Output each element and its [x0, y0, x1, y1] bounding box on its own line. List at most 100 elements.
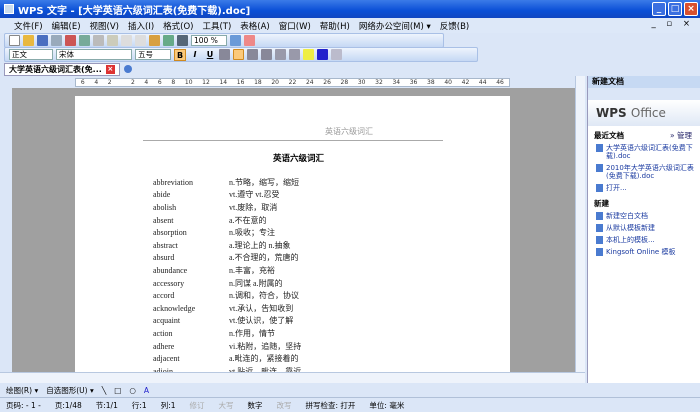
ruler-tick: 18	[254, 79, 262, 86]
preview-icon[interactable]	[79, 35, 90, 46]
menu-help[interactable]: 帮助(H)	[320, 20, 350, 32]
draw-menu[interactable]: 绘图(R) ▾	[6, 385, 38, 396]
new-tab-icon[interactable]	[123, 65, 132, 73]
italic-button[interactable]: I	[189, 49, 201, 61]
undo-icon[interactable]	[121, 35, 132, 46]
document-canvas[interactable]: 英语六级词汇 英语六级词汇 abbreviation n.节略，缩写，缩短 abid…	[12, 88, 575, 372]
new-from-default-template[interactable]: 从默认模板新建	[588, 222, 700, 234]
manage-link[interactable]: » 管理	[670, 130, 692, 141]
vocab-word: absent	[153, 215, 174, 225]
highlight-icon[interactable]	[303, 49, 314, 60]
superscript-icon[interactable]	[331, 49, 342, 60]
minimize-button[interactable]: _	[652, 2, 666, 16]
document-title: 英语六级词汇	[272, 154, 324, 164]
status-spellcheck[interactable]: 拼写检查: 打开	[305, 400, 355, 411]
redo-icon[interactable]	[135, 35, 146, 46]
menu-view[interactable]: 视图(V)	[90, 20, 119, 32]
formula-icon[interactable]	[163, 35, 174, 46]
bold-button[interactable]: B	[174, 48, 186, 61]
vocab-word: acquaint	[153, 316, 181, 326]
maximize-button[interactable]: □	[668, 2, 682, 16]
menu-tools[interactable]: 工具(T)	[202, 20, 231, 32]
open-icon[interactable]	[23, 35, 34, 46]
font-color-icon[interactable]	[317, 49, 328, 60]
vocab-entry: abstract a.理论上的 n.抽象	[153, 239, 307, 252]
numbering-icon[interactable]	[275, 49, 286, 60]
task-pane-icon[interactable]	[244, 35, 255, 46]
standard-toolbar: 100 %	[4, 33, 444, 48]
line-icon[interactable]: ╲	[102, 386, 107, 395]
open-link[interactable]: 打开...	[588, 182, 700, 194]
font-select[interactable]: 宋体	[56, 49, 132, 60]
horizontal-scrollbar[interactable]	[0, 372, 585, 383]
align-center-icon[interactable]	[233, 49, 244, 60]
menu-window[interactable]: 窗口(W)	[279, 20, 311, 32]
font-color-icon[interactable]: A	[144, 386, 149, 395]
horizontal-ruler[interactable]: 6 4 2 2 4 6 8 10 12 14 16 18 20 22 24 26 28 30 32 34 36 38 40 4…	[0, 76, 585, 88]
rectangle-icon[interactable]: □	[114, 386, 121, 395]
vocab-word: abbreviation	[153, 177, 193, 187]
underline-button[interactable]: U	[204, 49, 216, 61]
status-page-code: 页码: - 1 -	[6, 400, 41, 410]
document-page[interactable]: 英语六级词汇 英语六级词汇 abbreviation n.节略，缩写，缩短 abid…	[75, 96, 510, 372]
ruler-tick: 34	[392, 79, 401, 86]
vocab-meaning: n.同谋 a.附属的	[229, 278, 283, 288]
columns-icon[interactable]	[177, 35, 188, 46]
ruler-tick: 28	[340, 79, 349, 86]
recent-doc-2[interactable]: 2010年大学英语六级词汇表(免费下载).doc	[588, 162, 700, 182]
menu-network-office[interactable]: 网络办公空间(M) ▾	[359, 20, 431, 32]
vocab-word: action	[153, 328, 173, 338]
status-line: 行:1	[131, 400, 147, 410]
table-icon[interactable]	[149, 35, 160, 46]
vocab-entry: abbreviation n.节略，缩写，缩短	[153, 176, 307, 189]
menu-format[interactable]: 格式(O)	[163, 20, 193, 32]
ruler-tick: 24	[305, 79, 314, 86]
menu-edit[interactable]: 编辑(E)	[52, 20, 81, 32]
kingsoft-online-templates[interactable]: Kingsoft Online 模板	[588, 246, 700, 258]
tab-document[interactable]: 大学英语六级词汇表(免... ×	[4, 62, 120, 76]
vocab-entry: abundance n.丰富，充裕	[153, 264, 307, 277]
menu-insert[interactable]: 插入(I)	[128, 20, 154, 32]
vocab-meaning: n.作用，情节	[229, 328, 275, 338]
vocab-entry: absent a.不在意的	[153, 214, 307, 227]
new-icon[interactable]	[9, 35, 20, 46]
vertical-ruler[interactable]	[0, 88, 12, 372]
size-select[interactable]: 五号	[135, 49, 171, 60]
align-right-icon[interactable]	[247, 49, 258, 60]
status-overwrite[interactable]: 改写	[276, 400, 291, 411]
task-pane: 新建文档 WPS Office 最近文档» 管理 大学英语六级词汇表(免费下载)…	[587, 76, 700, 383]
task-pane-nav[interactable]	[588, 88, 700, 100]
recent-doc-1[interactable]: 大学英语六级词汇表(免费下载).doc	[588, 142, 700, 162]
help-icon[interactable]	[230, 35, 241, 46]
vocab-entry: action n.作用，情节	[153, 327, 307, 340]
menu-file[interactable]: 文件(F)	[14, 20, 43, 32]
style-select[interactable]: 正文	[9, 49, 53, 60]
pdf-icon[interactable]	[65, 35, 76, 46]
menu-feedback[interactable]: 反馈(B)	[440, 20, 469, 32]
ruler-tick: 38	[427, 79, 435, 86]
status-num: 数字	[247, 400, 263, 410]
paste-icon[interactable]	[107, 35, 118, 46]
oval-icon[interactable]: ○	[129, 386, 136, 395]
print-icon[interactable]	[51, 35, 62, 46]
close-tab-icon[interactable]: ×	[105, 64, 115, 74]
local-templates[interactable]: 本机上的模板...	[588, 234, 700, 246]
vocab-entry: adhere vi.粘附，追随，坚持	[153, 340, 307, 353]
menu-table[interactable]: 表格(A)	[240, 20, 269, 32]
cut-icon[interactable]	[93, 35, 104, 46]
status-unit[interactable]: 单位: 毫米	[369, 400, 404, 411]
drawing-toolbar: 绘图(R) ▾ 自选图形(U) ▾ ╲ □ ○ A	[0, 383, 700, 397]
doc-window-controls[interactable]: _ ▫ ×	[651, 19, 694, 29]
vertical-scrollbar[interactable]	[575, 76, 585, 372]
align-left-icon[interactable]	[219, 49, 230, 60]
close-button[interactable]: ×	[684, 2, 698, 16]
vocab-word: accessory	[153, 278, 185, 288]
save-icon[interactable]	[37, 35, 48, 46]
vocab-word: accord	[153, 291, 175, 301]
autoshape-menu[interactable]: 自选图形(U) ▾	[46, 385, 94, 396]
status-revision[interactable]: 修订	[189, 400, 204, 411]
bullets-icon[interactable]	[289, 49, 300, 60]
new-blank-doc[interactable]: 新建空白文档	[588, 210, 700, 222]
justify-icon[interactable]	[261, 49, 272, 60]
zoom-select[interactable]: 100 %	[191, 35, 227, 46]
